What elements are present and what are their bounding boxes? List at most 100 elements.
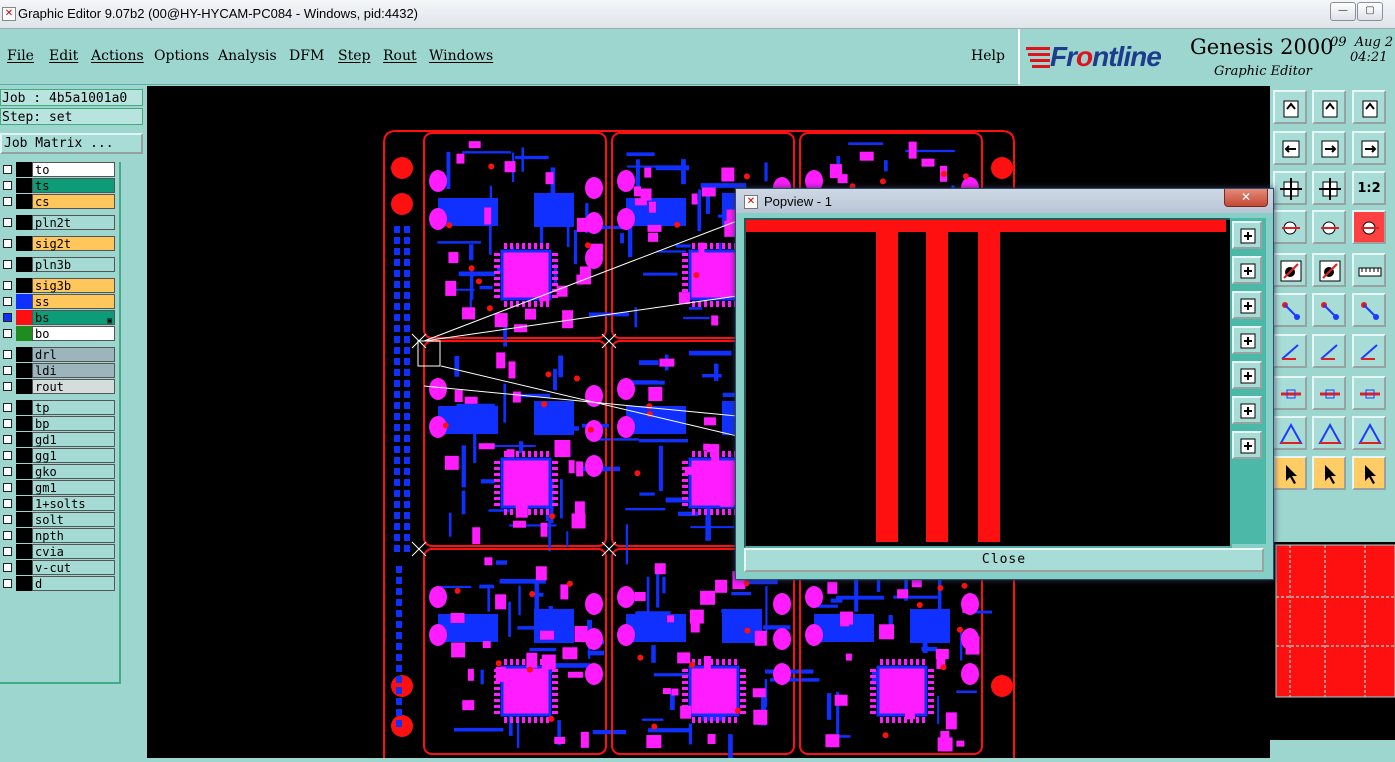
layer-checkbox[interactable] bbox=[3, 467, 12, 476]
layer-checkbox[interactable] bbox=[3, 197, 12, 206]
layer-name[interactable]: sig3b bbox=[32, 278, 115, 293]
layer-name[interactable]: to bbox=[32, 162, 115, 177]
layer-row-to[interactable]: to bbox=[0, 162, 116, 177]
layer-color-swatch[interactable] bbox=[16, 448, 32, 463]
layer-name[interactable]: drl bbox=[32, 347, 115, 362]
select-point-button[interactable] bbox=[1273, 253, 1307, 287]
layer-row-ss[interactable]: ss bbox=[0, 294, 116, 309]
popview-canvas[interactable] bbox=[744, 218, 1232, 548]
undo-redo-button[interactable] bbox=[1352, 131, 1386, 165]
home-step-button[interactable] bbox=[1352, 90, 1386, 124]
pv-fit-button[interactable] bbox=[1232, 396, 1262, 424]
layer-row-bp[interactable]: bp bbox=[0, 416, 116, 431]
layer-color-swatch[interactable] bbox=[16, 544, 32, 559]
menu-options[interactable]: Options bbox=[154, 48, 209, 64]
layer-checkbox[interactable] bbox=[3, 350, 12, 359]
layer-checkbox[interactable] bbox=[3, 435, 12, 444]
ratio-button[interactable]: 1:2 bbox=[1352, 171, 1386, 205]
line-button[interactable] bbox=[1312, 334, 1346, 368]
layer-checkbox[interactable] bbox=[3, 366, 12, 375]
pv-zoom-in-button[interactable] bbox=[1232, 221, 1262, 249]
snap-button[interactable] bbox=[1352, 210, 1386, 244]
menu-rout[interactable]: Rout bbox=[383, 48, 417, 64]
layer-color-swatch[interactable] bbox=[16, 215, 32, 230]
layer-name[interactable]: pln2t bbox=[32, 215, 115, 230]
layer-checkbox[interactable] bbox=[3, 419, 12, 428]
cursor-button[interactable] bbox=[1273, 456, 1307, 490]
layer-checkbox[interactable] bbox=[3, 281, 12, 290]
layer-name[interactable]: gm1 bbox=[32, 480, 115, 495]
layer-row-1-solts[interactable]: 1+solts bbox=[0, 496, 116, 511]
layer-name[interactable]: gg1 bbox=[32, 448, 115, 463]
layer-color-swatch[interactable] bbox=[16, 576, 32, 591]
measure-button[interactable] bbox=[1273, 210, 1307, 244]
layer-name[interactable]: cs bbox=[32, 194, 115, 209]
layer-checkbox[interactable] bbox=[3, 531, 12, 540]
rotate-button[interactable] bbox=[1352, 334, 1386, 368]
layer-color-swatch[interactable] bbox=[16, 528, 32, 543]
menu-edit[interactable]: Edit bbox=[49, 48, 78, 64]
layer-color-swatch[interactable] bbox=[16, 178, 32, 193]
layer-name[interactable]: 1+solts bbox=[32, 496, 115, 511]
layer-color-swatch[interactable] bbox=[16, 347, 32, 362]
job-matrix-button[interactable]: Job Matrix ... bbox=[0, 133, 143, 154]
layer-row-bo[interactable]: bo bbox=[0, 326, 116, 341]
layer-row-ldi[interactable]: ldi bbox=[0, 363, 116, 378]
layer-row-gd1[interactable]: gd1 bbox=[0, 432, 116, 447]
layer-checkbox[interactable] bbox=[3, 382, 12, 391]
layer-row-tp[interactable]: tp bbox=[0, 400, 116, 415]
menu-step[interactable]: Step bbox=[338, 48, 370, 64]
layer-row-solt[interactable]: solt bbox=[0, 512, 116, 527]
layer-row-npth[interactable]: npth bbox=[0, 528, 116, 543]
layer-color-swatch[interactable] bbox=[16, 326, 32, 341]
layer-checkbox[interactable] bbox=[3, 403, 12, 412]
cursor-alt-button[interactable] bbox=[1312, 456, 1346, 490]
move-button[interactable] bbox=[1352, 293, 1386, 327]
menu-analysis[interactable]: Analysis bbox=[218, 48, 277, 64]
layer-checkbox[interactable] bbox=[3, 515, 12, 524]
layer-name[interactable]: cvia bbox=[32, 544, 115, 559]
layer-color-swatch[interactable] bbox=[16, 310, 32, 325]
pv-left-button[interactable] bbox=[1232, 326, 1262, 354]
pad-button[interactable] bbox=[1273, 376, 1307, 410]
layer-name[interactable]: npth bbox=[32, 528, 115, 543]
layer-color-swatch[interactable] bbox=[16, 400, 32, 415]
layer-checkbox[interactable] bbox=[3, 451, 12, 460]
pv-right-button[interactable] bbox=[1232, 361, 1262, 389]
layer-color-swatch[interactable] bbox=[16, 363, 32, 378]
layer-name[interactable]: rout bbox=[32, 379, 115, 394]
layer-name[interactable]: ldi bbox=[32, 363, 115, 378]
layer-name[interactable]: ss bbox=[32, 294, 115, 309]
layer-checkbox[interactable] bbox=[3, 499, 12, 508]
layer-color-swatch[interactable] bbox=[16, 432, 32, 447]
minimize-button[interactable]: — bbox=[1330, 2, 1356, 21]
layer-name[interactable]: ts bbox=[32, 178, 115, 193]
layer-name[interactable]: d bbox=[32, 576, 115, 591]
delete-button[interactable] bbox=[1312, 293, 1346, 327]
layer-checkbox[interactable] bbox=[3, 329, 12, 338]
layer-name[interactable]: pln3b bbox=[32, 257, 115, 272]
connect-button[interactable] bbox=[1273, 293, 1307, 327]
menu-windows[interactable]: Windows bbox=[429, 48, 493, 64]
layer-checkbox[interactable] bbox=[3, 313, 12, 322]
menu-dfm[interactable]: DFM bbox=[289, 48, 324, 64]
layer-checkbox[interactable] bbox=[3, 181, 12, 190]
layer-row-gg1[interactable]: gg1 bbox=[0, 448, 116, 463]
layer-checkbox[interactable] bbox=[3, 483, 12, 492]
arrow-right-button[interactable] bbox=[1312, 131, 1346, 165]
layer-row-gko[interactable]: gko bbox=[0, 464, 116, 479]
layer-color-swatch[interactable] bbox=[16, 416, 32, 431]
arc-a-button[interactable] bbox=[1352, 416, 1386, 450]
layer-color-swatch[interactable] bbox=[16, 560, 32, 575]
pv-center-button[interactable] bbox=[1232, 431, 1262, 459]
layer-name[interactable]: solt bbox=[32, 512, 115, 527]
layer-row-cvia[interactable]: cvia bbox=[0, 544, 116, 559]
layer-row-cs[interactable]: cs bbox=[0, 194, 116, 209]
popview-close-button[interactable]: Close bbox=[744, 548, 1264, 572]
overview-map[interactable] bbox=[1270, 542, 1395, 758]
dash-button[interactable] bbox=[1312, 376, 1346, 410]
pan-center-button[interactable] bbox=[1312, 171, 1346, 205]
layer-row-ts[interactable]: ts bbox=[0, 178, 116, 193]
arrow-left-button[interactable] bbox=[1273, 131, 1307, 165]
menu-actions[interactable]: Actions bbox=[91, 48, 144, 64]
